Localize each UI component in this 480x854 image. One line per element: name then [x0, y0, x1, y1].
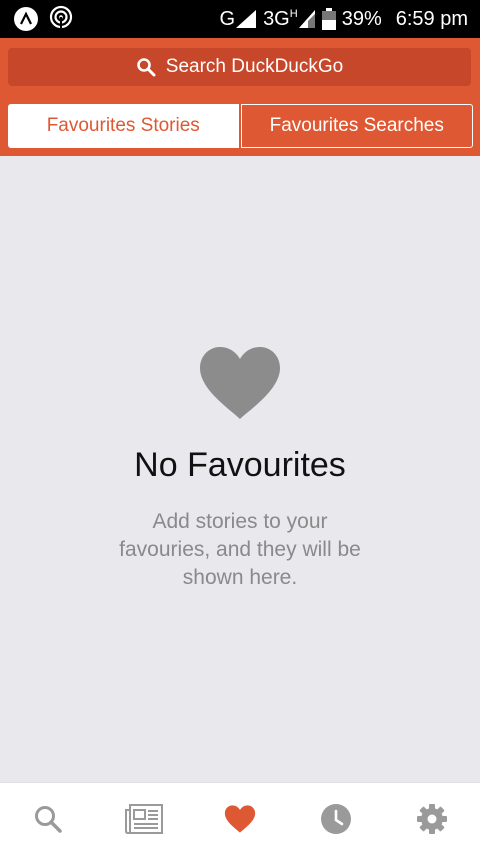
empty-state: No Favourites Add stories to your favour…	[0, 156, 480, 782]
signal-icon	[236, 10, 257, 28]
header: Search DuckDuckGo Favourites Stories Fav…	[0, 38, 480, 156]
empty-title: No Favourites	[134, 446, 346, 484]
network-3g-label: 3G	[263, 7, 290, 30]
network-h-label: H	[289, 7, 298, 20]
empty-description: Add stories to your favouries, and they …	[119, 510, 361, 589]
nav-news[interactable]	[114, 789, 174, 849]
gear-icon	[417, 803, 447, 834]
app-notification-icon	[14, 7, 38, 31]
search-placeholder: Search DuckDuckGo	[165, 56, 344, 77]
status-bar: G 3G H 39% 6:59 pm	[0, 0, 480, 38]
heart-icon	[224, 804, 256, 833]
signal-2-icon	[298, 10, 315, 28]
search-icon	[136, 58, 156, 77]
nav-recents[interactable]	[306, 789, 366, 849]
heart-icon	[200, 347, 280, 419]
search-bar[interactable]: Search DuckDuckGo	[8, 48, 471, 86]
clock-icon	[321, 803, 351, 834]
tab-favourites-searches[interactable]: Favourites Searches	[240, 104, 473, 148]
battery-icon	[321, 8, 336, 30]
nav-favourites[interactable]	[210, 789, 270, 849]
hotspot-icon	[48, 4, 74, 35]
tab-favourites-stories[interactable]: Favourites Stories	[8, 104, 239, 148]
nav-search[interactable]	[18, 789, 78, 849]
favourites-tabs: Favourites Stories Favourites Searches	[8, 104, 473, 148]
bottom-nav	[0, 782, 480, 854]
clock-time: 6:59 pm	[395, 7, 468, 30]
news-icon	[125, 803, 163, 834]
nav-settings[interactable]	[402, 789, 462, 849]
battery-percent: 39%	[341, 7, 382, 30]
network-g-label: G	[219, 7, 236, 30]
search-icon	[35, 805, 62, 833]
